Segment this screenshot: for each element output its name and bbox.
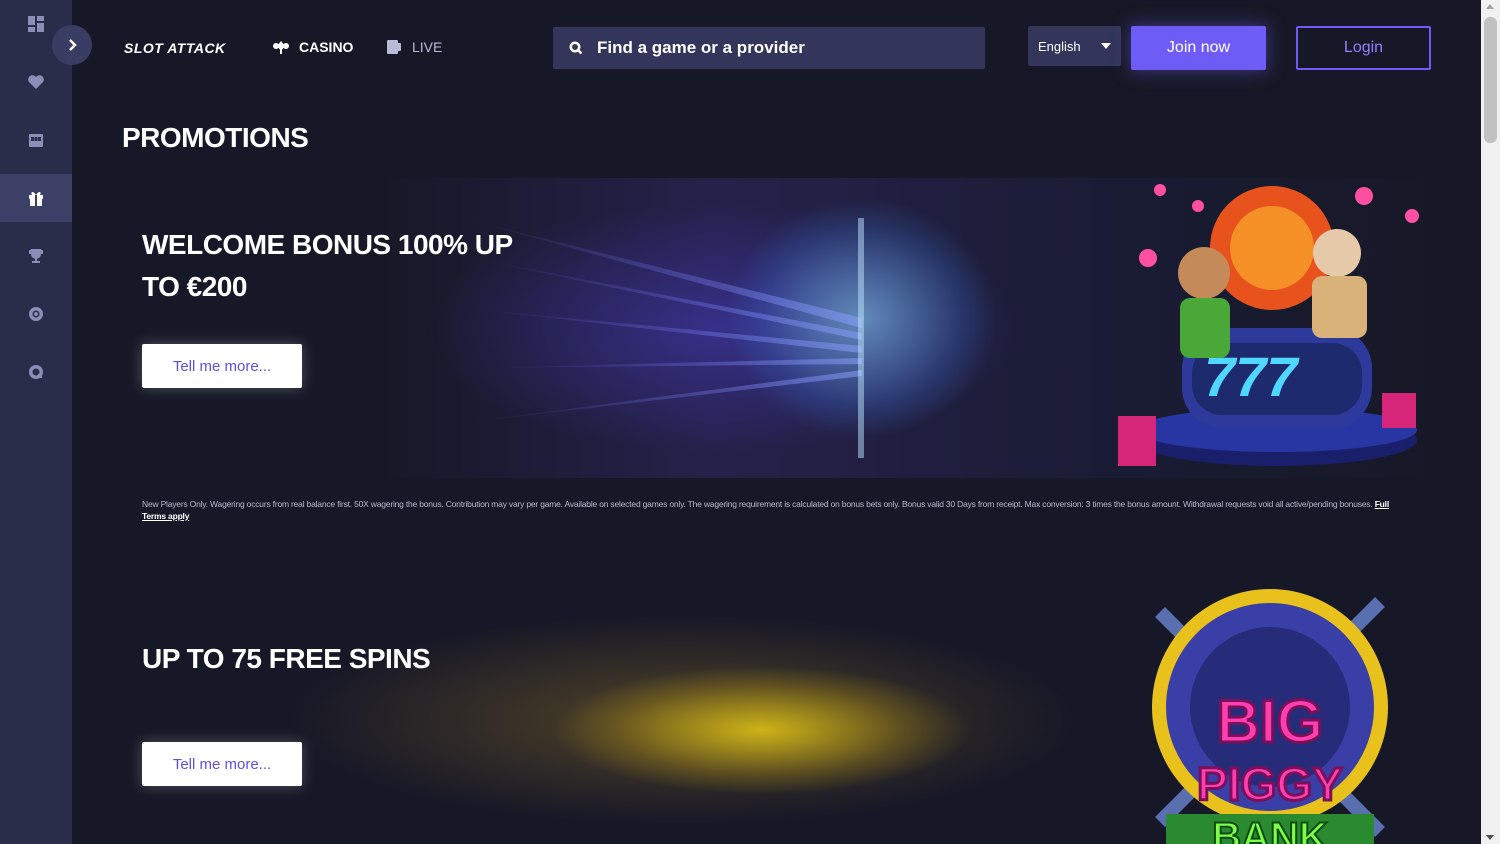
sidebar-item-support[interactable]	[0, 348, 72, 396]
live-cards-icon	[387, 40, 401, 54]
search-icon	[569, 41, 583, 55]
scrollbar-thumb[interactable]	[1484, 17, 1497, 143]
svg-text:BIG: BIG	[1217, 688, 1324, 755]
cards-icon	[273, 41, 289, 54]
free-spins-title: UP TO 75 FREE SPINS	[142, 643, 431, 674]
page-scrollbar[interactable]	[1481, 0, 1500, 844]
welcome-bonus-title: WELCOME BONUS 100% UP TO €200	[142, 229, 513, 302]
sidebar-item-promotions[interactable]	[0, 174, 72, 222]
svg-text:BANK: BANK	[1212, 815, 1328, 844]
join-now-button[interactable]: Join now	[1131, 26, 1266, 70]
trophy-icon	[29, 249, 43, 263]
gift-icon	[29, 191, 43, 206]
search-bar[interactable]	[553, 27, 985, 69]
search-input[interactable]	[597, 38, 957, 58]
language-select[interactable]: English	[1028, 26, 1121, 66]
nav-live-link[interactable]: LIVE	[385, 38, 442, 56]
svg-text:PIGGY: PIGGY	[1197, 758, 1343, 810]
sidebar	[0, 0, 72, 844]
heart-icon	[28, 75, 44, 89]
language-selected-label: English	[1038, 38, 1081, 54]
chip-icon	[29, 307, 43, 321]
sidebar-item-slots[interactable]	[0, 116, 72, 164]
welcome-bonus-more-button[interactable]: Tell me more...	[142, 344, 302, 388]
nav-casino-link[interactable]: CASINO	[272, 38, 353, 56]
app-root: SLOT ATTACK CASINO LIVE English Join now…	[0, 0, 1500, 844]
scroll-down-arrow-icon[interactable]	[1486, 835, 1494, 840]
caret-down-icon	[1101, 43, 1111, 49]
big-piggy-bank-illustration: BIG PIGGY BANK	[1152, 589, 1388, 844]
light-rays-decoration	[462, 218, 864, 458]
page-title: PROMOTIONS	[122, 122, 309, 153]
login-button[interactable]: Login	[1296, 26, 1431, 70]
sidebar-toggle-button[interactable]	[52, 25, 92, 65]
sidebar-item-favourites[interactable]	[0, 58, 72, 106]
brand-logo[interactable]: SLOT ATTACK	[124, 40, 226, 56]
support-icon	[29, 365, 43, 379]
scroll-up-arrow-icon[interactable]	[1486, 4, 1494, 9]
sidebar-item-tournaments[interactable]	[0, 232, 72, 280]
slot-machine-icon	[29, 134, 43, 147]
free-spins-more-button[interactable]: Tell me more...	[142, 742, 302, 786]
bonus-terms-text: New Players Only. Wagering occurs from r…	[142, 498, 1402, 522]
terms-body: New Players Only. Wagering occurs from r…	[142, 499, 1373, 509]
nav-live-label: LIVE	[412, 39, 443, 55]
sidebar-item-live-casino[interactable]	[0, 290, 72, 338]
slot-machine-illustration: 777	[1118, 184, 1419, 466]
grid-icon	[28, 16, 44, 32]
chevron-right-icon	[69, 39, 77, 51]
nav-casino-label: CASINO	[299, 39, 354, 55]
